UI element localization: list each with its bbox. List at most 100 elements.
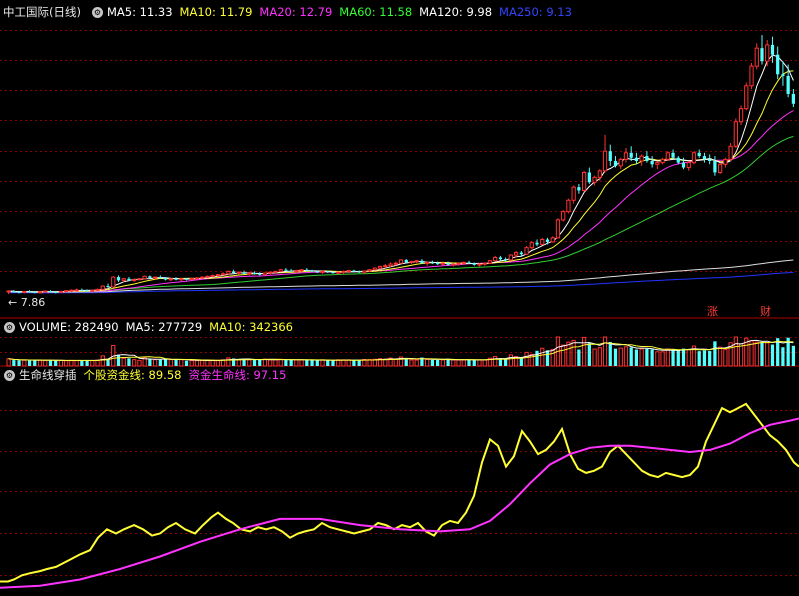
candle-body (100, 285, 105, 290)
volume-bar (708, 351, 712, 366)
volume-bar (174, 359, 178, 366)
candle-body (587, 172, 591, 183)
settings-icon[interactable]: ⚙ (4, 321, 15, 333)
low-price-label: ← 7.86 (8, 296, 46, 309)
candle-body (85, 290, 89, 292)
candle-body (738, 108, 744, 123)
candle-body (43, 290, 48, 293)
candle-body (352, 270, 356, 272)
candle-body (781, 74, 785, 76)
volume-bar (205, 359, 210, 367)
volume-bar (294, 359, 299, 367)
volume-bar (215, 359, 221, 367)
volume-bar (592, 348, 597, 367)
volume-bar (148, 359, 152, 366)
volume-ma5-label: MA5: 277729 (125, 320, 203, 334)
volume-bar (602, 336, 608, 367)
rise-badge[interactable]: 涨 (707, 303, 718, 319)
candle-body (236, 271, 241, 274)
stock-chart[interactable] (0, 0, 799, 596)
settings-icon[interactable]: ⚙ (91, 6, 103, 18)
volume-bar (467, 360, 471, 366)
candle-body (74, 289, 79, 292)
volume-bar (723, 349, 728, 367)
volume-bar (754, 341, 759, 367)
ma60-label: MA60: 11.58 (339, 5, 413, 19)
volume-bar (733, 336, 738, 367)
candle-body (529, 242, 534, 249)
candle-body (723, 158, 728, 165)
ma250-label: MA250: 9.13 (499, 5, 572, 19)
volume-bar (289, 359, 293, 366)
candle-body (702, 156, 707, 160)
candle-body (404, 259, 408, 263)
candle-body (760, 48, 764, 62)
candle-body (278, 269, 283, 272)
volume-bar (581, 336, 587, 367)
candle-body (226, 270, 231, 275)
candle-body (618, 158, 623, 167)
candle-body (111, 276, 116, 288)
stock-title: 中工国际(日线) (3, 5, 81, 19)
candle-body (33, 291, 37, 293)
candle-body (289, 270, 293, 272)
candle-body (163, 277, 168, 280)
volume-bar (64, 360, 69, 367)
candle-body (472, 263, 476, 265)
volume-bar (80, 360, 84, 366)
volume-bar (524, 351, 529, 367)
volume-bar (383, 358, 388, 367)
volume-bar (184, 360, 189, 366)
volume-bar (655, 351, 660, 367)
candle-body (27, 291, 32, 293)
volume-bar (33, 360, 37, 366)
ma120-line (8, 259, 794, 293)
price-header: 中工国际(日线) ⚙ MA5: 11.33 MA10: 11.79 MA20: … (0, 4, 579, 20)
candle-body (106, 286, 110, 288)
candle-body (200, 276, 205, 279)
volume-bar (623, 346, 629, 367)
candle-body (467, 262, 471, 264)
volume-bar (550, 348, 555, 367)
ma250-line (8, 271, 794, 294)
candle-body (310, 270, 314, 272)
candle-body (602, 150, 608, 172)
candle-body (487, 260, 493, 264)
finance-badge[interactable]: 财 (760, 303, 771, 319)
candle-body (215, 274, 221, 277)
candle-body (331, 272, 335, 274)
settings-icon[interactable]: ⚙ (4, 369, 15, 381)
candle-body (566, 199, 571, 213)
candle-body (765, 44, 770, 62)
candle-body (210, 274, 215, 277)
volume-bar (320, 359, 325, 367)
volume-bar (440, 359, 445, 367)
volume-bar (545, 350, 550, 366)
volume-bar (27, 360, 32, 366)
volume-bar (587, 343, 591, 366)
volume-bar (152, 359, 158, 367)
volume-bar (336, 359, 341, 367)
volume-bar (90, 360, 95, 367)
volume-bar (571, 339, 576, 367)
candle-body (341, 270, 346, 273)
candle-body (686, 162, 691, 169)
volume-bar (482, 359, 487, 367)
candle-body (393, 262, 398, 265)
volume-bar (493, 356, 498, 367)
candle-body (367, 269, 372, 272)
candle-body (383, 265, 388, 268)
candle-body (608, 151, 612, 161)
candle-body (456, 262, 461, 265)
volume-bar (713, 341, 717, 366)
ma60-line (8, 135, 794, 293)
candle-body (409, 261, 414, 264)
candle-body (64, 290, 69, 293)
ma20-line (8, 110, 794, 293)
volume-bar (414, 359, 419, 367)
volume-bar (37, 359, 43, 367)
volume-bar (393, 358, 398, 367)
volume-bar (22, 359, 27, 367)
life-line-label: 资金生命线: 97.15 (188, 368, 287, 382)
volume-bar (477, 359, 482, 367)
